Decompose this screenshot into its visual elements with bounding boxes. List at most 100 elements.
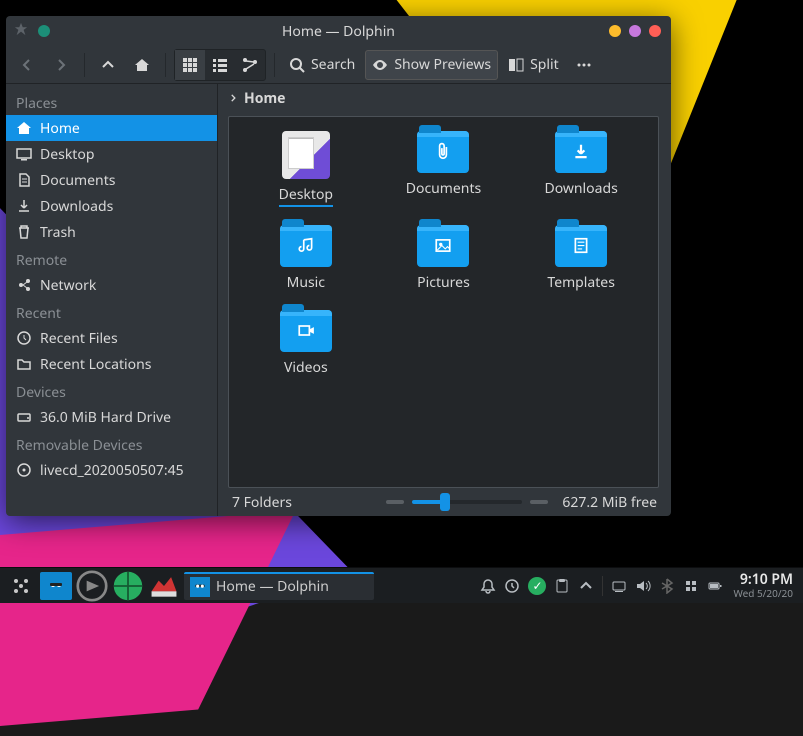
- klipper-icon[interactable]: [504, 578, 520, 594]
- menu-button[interactable]: [569, 50, 599, 80]
- documents-icon: [16, 172, 32, 188]
- remote-heading: Remote: [6, 245, 217, 272]
- system-tray: ✓: [480, 576, 723, 596]
- file-label: Documents: [406, 179, 481, 198]
- file-item-templates[interactable]: Templates: [516, 225, 646, 292]
- search-button[interactable]: Search: [283, 50, 361, 80]
- clock[interactable]: 9:10 PM Wed 5/20/20: [733, 572, 793, 598]
- split-button[interactable]: Split: [502, 50, 565, 80]
- sidebar-item-home[interactable]: Home: [6, 115, 217, 141]
- folder-icon: [16, 356, 32, 372]
- file-item-music[interactable]: Music: [241, 225, 371, 292]
- statusbar: 7 Folders 627.2 MiB free: [218, 488, 671, 516]
- taskbar: Home — Dolphin ✓ 9:10 PM Wed 5/20/20: [0, 567, 803, 603]
- folder-icon: [555, 131, 607, 173]
- home-icon: [16, 120, 32, 136]
- search-label: Search: [311, 55, 355, 74]
- folder-icon: [417, 131, 469, 173]
- file-label: Downloads: [544, 179, 617, 198]
- task-dolphin[interactable]: Home — Dolphin: [184, 572, 374, 600]
- sidebar-item-livecd-2020050507-45[interactable]: livecd_2020050507:45: [6, 457, 217, 483]
- minimize-button[interactable]: [609, 25, 621, 37]
- desktop-icon: [16, 146, 32, 162]
- file-label: Pictures: [417, 273, 470, 292]
- updates-icon[interactable]: ✓: [528, 577, 546, 595]
- maximize-button[interactable]: [629, 25, 641, 37]
- recent-heading: Recent: [6, 298, 217, 325]
- sidebar-item-label: Recent Files: [40, 329, 118, 348]
- file-view[interactable]: Desktop Documents Downloads Music Pictures Te…: [228, 116, 659, 488]
- sidebar-item-recent-locations[interactable]: Recent Locations: [6, 351, 217, 377]
- folder-icon: [280, 310, 332, 352]
- sidebar-item-trash[interactable]: Trash: [6, 219, 217, 245]
- places-panel: Places Home Desktop Documents Downloads Tras…: [6, 84, 218, 516]
- zoom-slider[interactable]: [386, 500, 548, 504]
- task-label: Home — Dolphin: [216, 577, 329, 596]
- sidebar-item-label: Desktop: [40, 145, 94, 164]
- file-item-downloads[interactable]: Downloads: [516, 131, 646, 207]
- pinned-app-1[interactable]: [40, 572, 72, 600]
- clock-date: Wed 5/20/20: [733, 588, 793, 599]
- status-summary: 7 Folders: [232, 493, 292, 512]
- pinned-app-2[interactable]: [76, 572, 108, 600]
- volume-icon[interactable]: [635, 578, 651, 594]
- file-item-videos[interactable]: Videos: [241, 310, 371, 377]
- file-label: Templates: [547, 273, 615, 292]
- close-button[interactable]: [649, 25, 661, 37]
- circle-icon[interactable]: [38, 25, 50, 37]
- view-icons-button[interactable]: [175, 50, 205, 80]
- chevron-right-icon: [228, 89, 238, 108]
- show-previews-label: Show Previews: [394, 55, 491, 74]
- bluetooth-icon[interactable]: [659, 578, 675, 594]
- toolbar: Search Show Previews Split: [6, 46, 671, 84]
- show-previews-button[interactable]: Show Previews: [365, 50, 498, 80]
- view-compact-button[interactable]: [205, 50, 235, 80]
- file-item-desktop[interactable]: Desktop: [241, 131, 371, 207]
- file-item-documents[interactable]: Documents: [378, 131, 508, 207]
- window-title: Home — Dolphin: [282, 22, 395, 41]
- sidebar-item-documents[interactable]: Documents: [6, 167, 217, 193]
- tray-expand-icon[interactable]: [578, 578, 594, 594]
- pinned-app-3[interactable]: [112, 572, 144, 600]
- sidebar-item-network[interactable]: Network: [6, 272, 217, 298]
- sidebar-item-desktop[interactable]: Desktop: [6, 141, 217, 167]
- sidebar-item-downloads[interactable]: Downloads: [6, 193, 217, 219]
- battery-icon[interactable]: [707, 578, 723, 594]
- disc-icon: [16, 462, 32, 478]
- sidebar-item-label: Downloads: [40, 197, 113, 216]
- sidebar-item-recent-files[interactable]: Recent Files: [6, 325, 217, 351]
- places-heading: Places: [6, 88, 217, 115]
- device-icon[interactable]: [611, 578, 627, 594]
- sidebar-item-label: Home: [40, 119, 80, 138]
- folder-icon: [280, 225, 332, 267]
- file-label: Desktop: [279, 185, 333, 207]
- home-button[interactable]: [127, 50, 157, 80]
- sidebar-item-label: Network: [40, 276, 96, 295]
- pinned-app-4[interactable]: [148, 572, 180, 600]
- trash-icon: [16, 224, 32, 240]
- view-details-button[interactable]: [235, 50, 265, 80]
- titlebar[interactable]: Home — Dolphin: [6, 16, 671, 46]
- file-label: Music: [287, 273, 325, 292]
- pin-icon[interactable]: [14, 22, 28, 41]
- sidebar-item-36-0-mib-hard-drive[interactable]: 36.0 MiB Hard Drive: [6, 404, 217, 430]
- file-label: Videos: [284, 358, 328, 377]
- up-button[interactable]: [93, 50, 123, 80]
- sidebar-item-label: Documents: [40, 171, 115, 190]
- back-button[interactable]: [12, 50, 42, 80]
- network-icon[interactable]: [683, 578, 699, 594]
- file-item-pictures[interactable]: Pictures: [378, 225, 508, 292]
- clipboard-icon[interactable]: [554, 578, 570, 594]
- folder-icon: [417, 225, 469, 267]
- devices-heading: Devices: [6, 377, 217, 404]
- breadcrumb[interactable]: Home: [218, 84, 671, 112]
- forward-button[interactable]: [46, 50, 76, 80]
- download-icon: [16, 198, 32, 214]
- status-free-space: 627.2 MiB free: [562, 493, 657, 512]
- notifications-icon[interactable]: [480, 578, 496, 594]
- removable-heading: Removable Devices: [6, 430, 217, 457]
- app-launcher-button[interactable]: [6, 572, 36, 600]
- view-mode-group: [174, 49, 266, 81]
- breadcrumb-current: Home: [244, 89, 285, 108]
- dolphin-window: Home — Dolphin Search Show Previews: [6, 16, 671, 516]
